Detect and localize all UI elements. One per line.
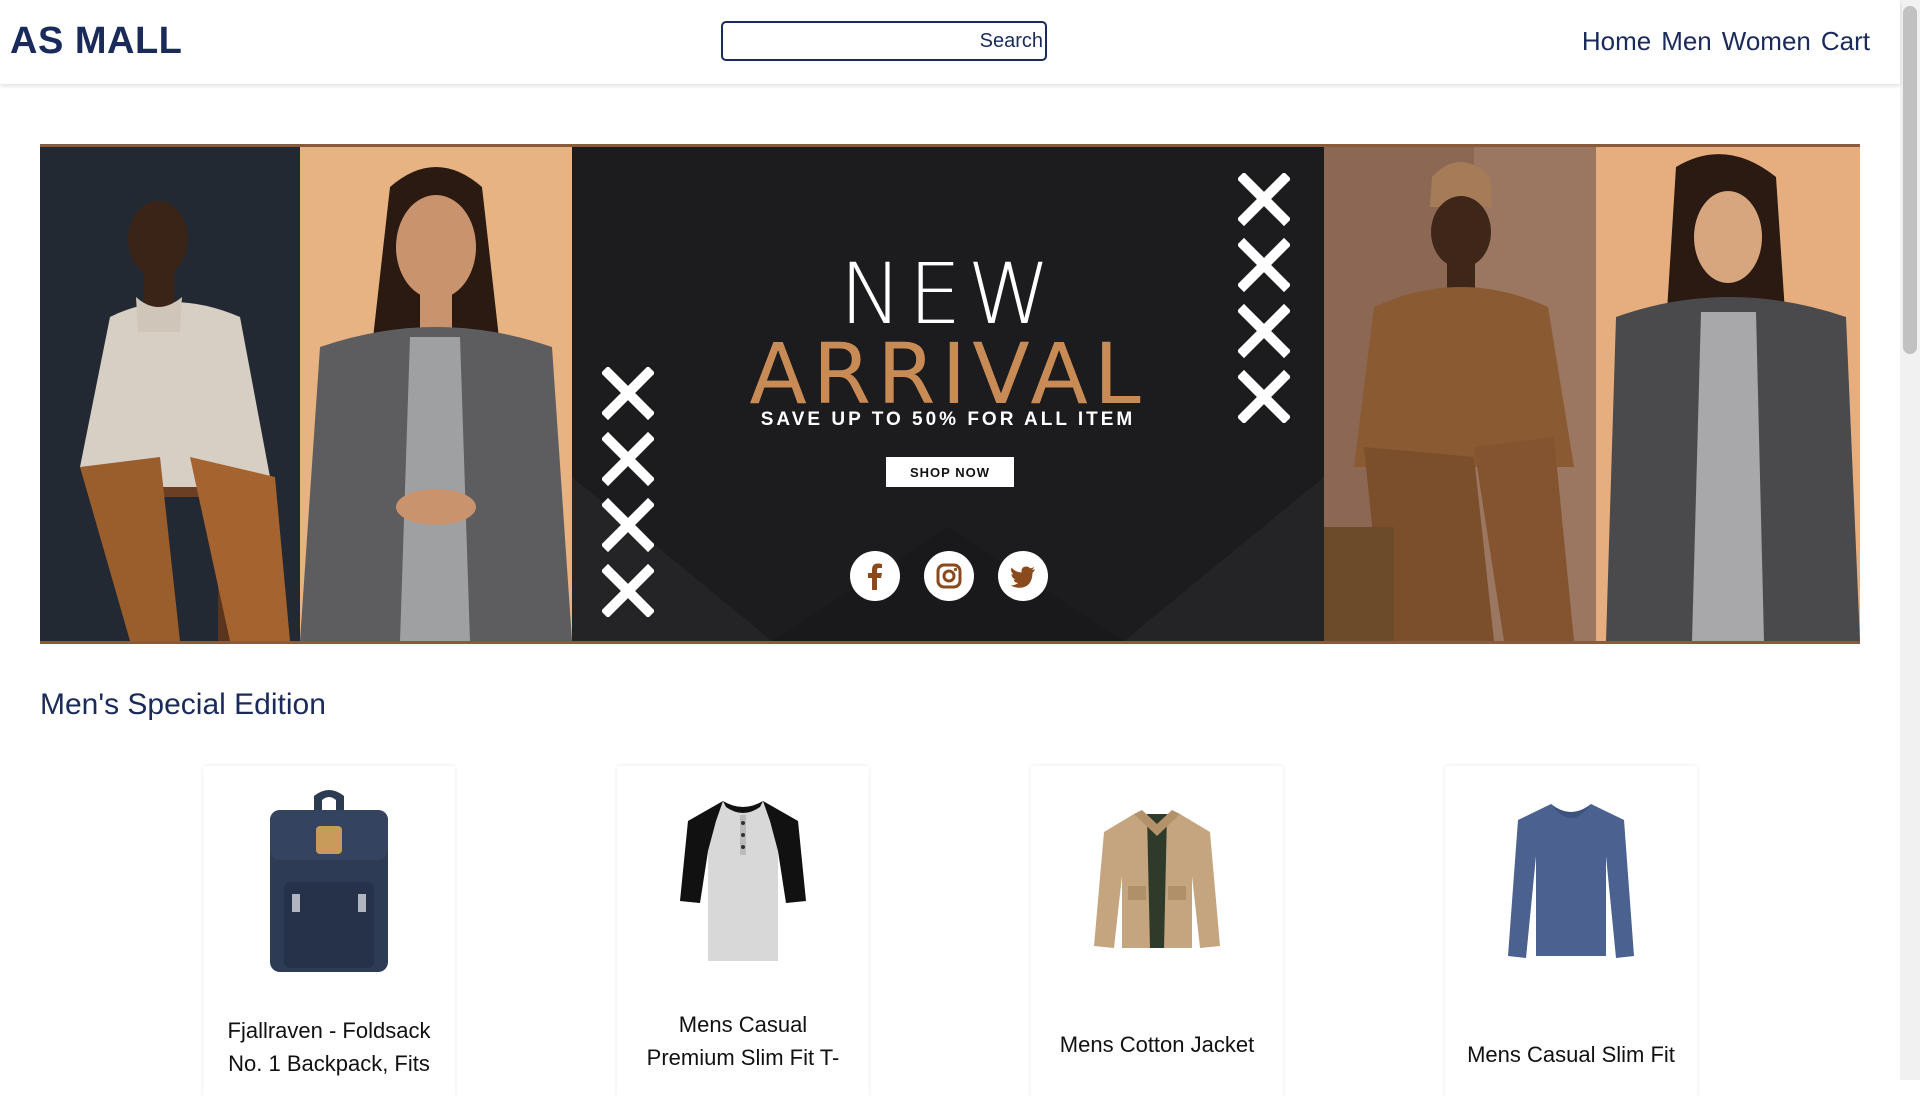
product-image[interactable] — [1031, 786, 1283, 976]
section-title: Men's Special Edition — [40, 688, 326, 721]
man-beanie-figure — [1324, 147, 1596, 641]
main-nav: Home Men Women Cart — [1582, 26, 1870, 57]
product-image[interactable] — [1445, 786, 1697, 976]
nav-home[interactable]: Home — [1582, 26, 1651, 57]
product-title[interactable]: Mens Casual Premium Slim Fit T- — [633, 1008, 853, 1074]
site-header: AS MALL Search Home Men Women Cart — [0, 0, 1900, 84]
nav-men[interactable]: Men — [1661, 26, 1712, 57]
product-card[interactable]: Fjallraven - Foldsack No. 1 Backpack, Fi… — [203, 766, 455, 1096]
banner-subtitle: SAVE UP TO 50% FOR ALL ITEM — [760, 409, 1136, 430]
product-image[interactable] — [617, 786, 869, 976]
longsleeve-shirt-icon — [1508, 804, 1634, 958]
man-turtleneck-figure — [40, 147, 300, 641]
banner-photo-woman-oversized-blazer — [1596, 147, 1860, 641]
woman-blazer-figure — [300, 147, 572, 641]
shop-now-button[interactable]: SHOP NOW — [886, 457, 1014, 487]
nav-cart[interactable]: Cart — [1821, 26, 1870, 57]
instagram-icon[interactable] — [924, 551, 974, 601]
search-button[interactable]: Search — [980, 30, 1045, 53]
product-card[interactable]: Mens Cotton Jacket — [1031, 766, 1283, 1096]
product-title[interactable]: Mens Casual Slim Fit — [1461, 1038, 1681, 1071]
hero-banner[interactable]: NEW ARRIVAL SAVE UP TO 50% FOR ALL ITEM … — [40, 144, 1860, 644]
facebook-icon[interactable] — [850, 551, 900, 601]
banner-promo-panel: NEW ARRIVAL SAVE UP TO 50% FOR ALL ITEM … — [572, 147, 1324, 641]
product-title[interactable]: Mens Cotton Jacket — [1047, 1028, 1267, 1061]
product-card[interactable]: Mens Casual Slim Fit — [1445, 766, 1697, 1096]
search-bar: Search — [721, 21, 1047, 61]
product-image[interactable] — [203, 786, 455, 976]
woman-oversized-blazer-figure — [1596, 147, 1860, 641]
banner-photo-man-turtleneck — [40, 147, 300, 641]
backpack-icon — [270, 790, 388, 972]
page-scrollbar[interactable] — [1900, 0, 1920, 1080]
twitter-icon[interactable] — [998, 551, 1048, 601]
banner-photo-man-beanie — [1324, 147, 1596, 641]
raglan-tshirt-icon — [680, 801, 806, 961]
product-card[interactable]: Mens Casual Premium Slim Fit T- — [617, 766, 869, 1096]
jacket-icon — [1094, 810, 1220, 948]
product-title[interactable]: Fjallraven - Foldsack No. 1 Backpack, Fi… — [219, 1014, 439, 1080]
nav-women[interactable]: Women — [1722, 26, 1811, 57]
banner-photo-woman-blazer — [300, 147, 572, 641]
scrollbar-thumb[interactable] — [1903, 6, 1917, 354]
site-logo[interactable]: AS MALL — [10, 20, 182, 63]
search-input[interactable] — [723, 23, 980, 59]
